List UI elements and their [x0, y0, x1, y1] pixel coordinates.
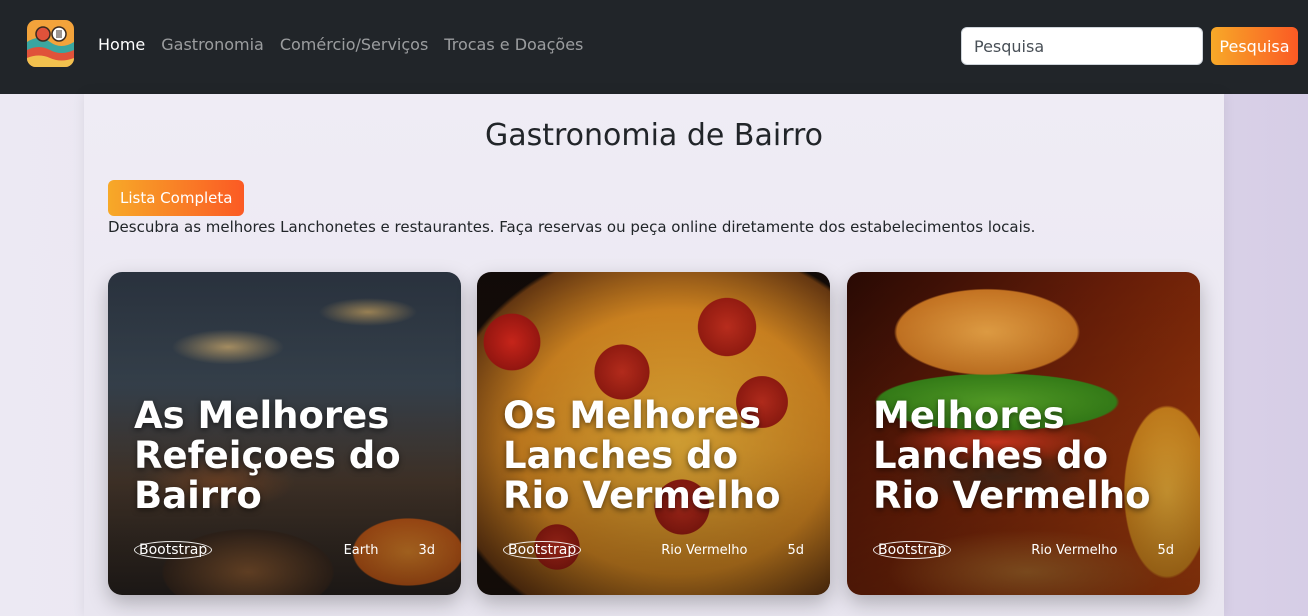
page-description: Descubra as melhores Lanchonetes e resta…	[108, 218, 1036, 236]
card-tag[interactable]: Bootstrap	[873, 541, 952, 559]
search-button[interactable]: Pesquisa	[1211, 27, 1298, 65]
card-lanches-pizza[interactable]: Os Melhores Lanches do Rio Vermelho Boot…	[477, 272, 830, 595]
logo-icon	[27, 20, 74, 67]
nav-links: Home Gastronomia Comércio/Serviços Troca…	[98, 35, 583, 54]
nav-link-comercio-servicos[interactable]: Comércio/Serviços	[280, 35, 428, 54]
card-location: Rio Vermelho	[661, 542, 748, 558]
card-time: 5d	[1157, 542, 1174, 558]
card-time: 3d	[418, 542, 435, 558]
card-footer: Bootstrap Rio Vermelho 5d	[503, 540, 804, 560]
card-title: Melhores Lanches do Rio Vermelho	[873, 394, 1151, 517]
card-footer: Bootstrap Earth 3d	[134, 540, 435, 560]
page-title: Gastronomia de Bairro	[484, 118, 824, 153]
nav-link-gastronomia[interactable]: Gastronomia	[161, 35, 264, 54]
card-location: Earth	[343, 542, 379, 558]
card-lanches-burger[interactable]: Melhores Lanches do Rio Vermelho Bootstr…	[847, 272, 1200, 595]
card-tag[interactable]: Bootstrap	[134, 541, 213, 559]
card-location: Rio Vermelho	[1031, 542, 1118, 558]
card-footer: Bootstrap Rio Vermelho 5d	[873, 540, 1174, 560]
card-time: 5d	[787, 542, 804, 558]
main-container: Gastronomia de Bairro Lista Completa Des…	[84, 94, 1224, 616]
brand-logo[interactable]	[27, 20, 74, 67]
card-refeicoes[interactable]: As Melhores Refeiçoes do Bairro Bootstra…	[108, 272, 461, 595]
search-input[interactable]	[961, 27, 1203, 65]
navbar: Home Gastronomia Comércio/Serviços Troca…	[0, 0, 1308, 94]
card-tag[interactable]: Bootstrap	[503, 541, 582, 559]
nav-link-home[interactable]: Home	[98, 35, 145, 54]
card-title: As Melhores Refeiçoes do Bairro	[134, 394, 401, 517]
full-list-button[interactable]: Lista Completa	[108, 180, 245, 216]
card-title: Os Melhores Lanches do Rio Vermelho	[503, 394, 781, 517]
nav-link-trocas-doacoes[interactable]: Trocas e Doações	[444, 35, 583, 54]
